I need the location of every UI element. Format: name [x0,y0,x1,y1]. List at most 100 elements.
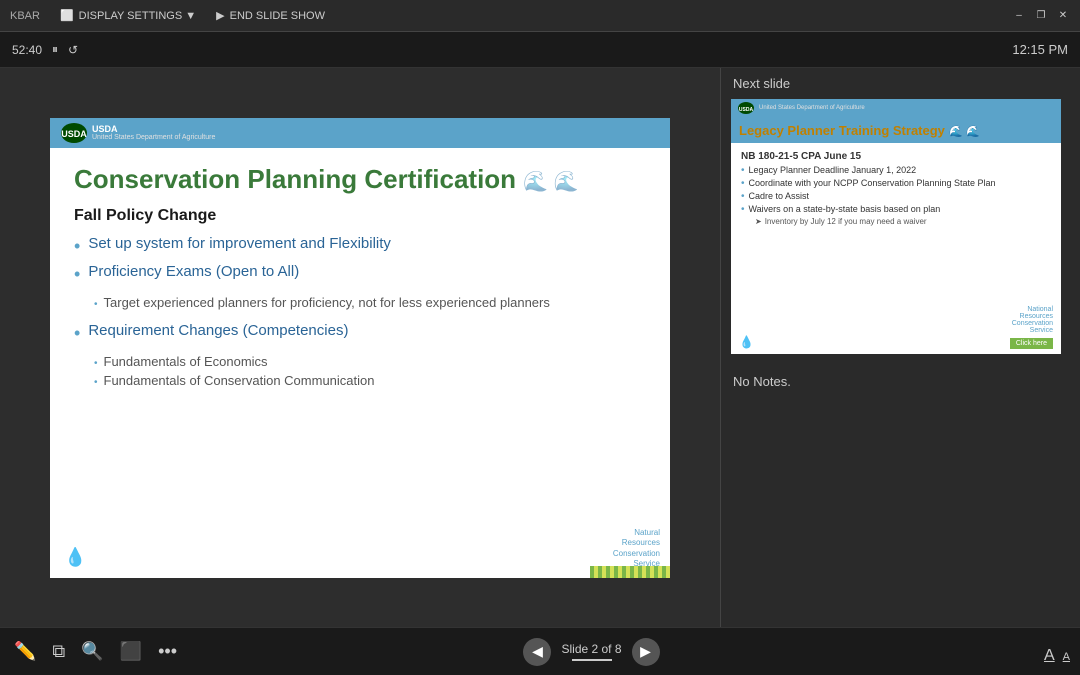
pause-icon[interactable]: ⏸ [52,42,58,57]
tbullet-2: • [741,178,745,189]
controls-bar: 52:40 ⏸ ↺ 12:15 PM [0,32,1080,68]
prev-slide-button[interactable]: ◀ [523,638,551,666]
thumb-bullet-1: • Legacy Planner Deadline January 1, 202… [741,165,1051,176]
bullet-text-1: Set up system for improvement and Flexib… [88,235,391,252]
slide-container: USDA USDA United States Department of Ag… [50,118,670,578]
bullet-text-3: Requirement Changes (Competencies) [88,322,348,339]
next-slide-button[interactable]: ▶ [632,638,660,666]
close-button[interactable]: ✕ [1056,9,1070,23]
timer-display: 52:40 [12,43,42,57]
notes-text: No Notes. [733,374,791,389]
slide-indicator: Slide 2 of 8 [561,642,621,661]
slide-navigation: ◀ Slide 2 of 8 ▶ [523,638,659,666]
usda-logo: USDA USDA United States Department of Ag… [60,122,215,144]
slide-title-text: Conservation Planning Certification [74,164,516,194]
thumb-usda-subtext: United States Department of Agriculture [759,105,865,111]
current-time: 12:15 PM [1012,42,1068,57]
main-area: USDA USDA United States Department of Ag… [0,68,1080,627]
slide-subtitle: Fall Policy Change [74,207,646,225]
usda-emblem-icon: USDA [60,122,88,144]
thumb-bullet-text-2: Coordinate with your NCPP Conservation P… [749,178,996,188]
minimize-button[interactable]: – [1012,9,1026,23]
slide-indicator-line [572,659,612,661]
thumb-sub-text: Inventory by July 12 if you may need a w… [765,217,927,226]
thumb-bullet-2: • Coordinate with your NCPP Conservation… [741,178,1051,189]
slide-header-bar: USDA USDA United States Department of Ag… [50,118,670,148]
notes-section: No Notes. [721,364,1080,399]
thumb-bullet-text-3: Cadre to Assist [749,191,810,201]
sub-dot-3-1: • [94,358,98,369]
bullet-dot-1: • [74,237,80,255]
thumb-water-drop-icon: 💧 [739,335,754,349]
search-tool-icon[interactable]: 🔍 [81,641,103,662]
sub-item-3-2: • Fundamentals of Conservation Communica… [94,373,374,388]
bottom-tools: ✏️ ⧉ 🔍 ⬛ ••• [14,641,177,662]
sub-item-3-1: • Fundamentals of Economics [94,354,374,369]
taskbar-label: KBAR [10,10,40,22]
sub-text-2-1: Target experienced planners for proficie… [104,295,550,310]
thumb-sub-arrow: ➤ [755,217,762,226]
display-icon: ⬜ [60,9,74,22]
thumb-title-bar: Legacy Planner Training Strategy 🌊 🌊 [731,119,1061,143]
display-settings-button[interactable]: ⬜ DISPLAY SETTINGS ▼ [60,9,196,22]
slide-title: Conservation Planning Certification 🌊 🌊 [74,164,646,195]
thumb-bullet-list: • Legacy Planner Deadline January 1, 202… [741,165,1051,215]
nrcs-text: NaturalResourcesConservationService [613,528,660,570]
slide-body: Conservation Planning Certification 🌊 🌊 … [50,148,670,548]
bullet-item-3: • Requirement Changes (Competencies) • F… [74,322,646,392]
thumb-body: NB 180-21-5 CPA June 15 • Legacy Planner… [731,143,1061,236]
sub-dot-3-2: • [94,377,98,388]
restore-button[interactable]: ❐ [1034,9,1048,23]
refresh-icon[interactable]: ↺ [68,43,78,57]
bullet-item-1: • Set up system for improvement and Flex… [74,235,646,255]
thumb-bullet-text-1: Legacy Planner Deadline January 1, 2022 [749,165,917,175]
slide-info-text: Slide 2 of 8 [561,642,621,656]
crop-tool-icon[interactable]: ⬛ [120,641,142,662]
right-panel: Next slide USDA United States Department… [720,68,1080,627]
slideshow-icon: ▶ [216,9,224,22]
water-drop-icon: 💧 [64,547,86,568]
end-slideshow-label: END SLIDE SHOW [230,10,325,22]
bullet-text-2: Proficiency Exams (Open to All) [88,263,299,280]
bullet-dot-2: • [74,265,80,283]
next-slide-thumbnail[interactable]: USDA United States Department of Agricul… [731,99,1061,354]
next-slide-label: Next slide [721,68,1080,99]
thumb-nb: NB 180-21-5 CPA June 15 [741,151,1051,162]
sub-dot-2-1: • [94,299,98,310]
sub-list-2: • Target experienced planners for profic… [74,295,550,314]
sub-list-3: • Fundamentals of Economics • Fundamenta… [74,354,374,392]
thumb-sub-bullet: ➤ Inventory by July 12 if you may need a… [741,217,1051,226]
tbullet-1: • [741,165,745,176]
tbullet-3: • [741,191,745,202]
bullet-item-2: • Proficiency Exams (Open to All) • Targ… [74,263,646,314]
thumb-bullet-3: • Cadre to Assist [741,191,1051,202]
bottom-bar: ✏️ ⧉ 🔍 ⬛ ••• ◀ Slide 2 of 8 ▶ [0,627,1080,675]
tbullet-4: • [741,204,745,215]
end-slideshow-button[interactable]: ▶ END SLIDE SHOW [216,9,325,22]
sub-text-3-1: Fundamentals of Economics [104,354,268,369]
svg-text:USDA: USDA [739,107,754,113]
usda-subtext: United States Department of Agriculture [92,134,215,141]
slide-stripe [590,566,670,578]
thumb-header-bar: USDA United States Department of Agricul… [731,99,1061,119]
main-bullet-list: • Set up system for improvement and Flex… [74,235,646,392]
slide-area: USDA USDA United States Department of Ag… [0,68,720,627]
display-settings-label: DISPLAY SETTINGS ▼ [79,10,196,22]
usda-text: USDA [92,124,215,134]
top-bar: KBAR ⬜ DISPLAY SETTINGS ▼ ▶ END SLIDE SH… [0,0,1080,32]
pen-tool-icon[interactable]: ✏️ [14,641,36,662]
sub-item-2-1: • Target experienced planners for profic… [94,295,550,310]
thumb-bullet-4: • Waivers on a state-by-state basis base… [741,204,1051,215]
svg-text:USDA: USDA [61,129,87,139]
wave-icons: 🌊 🌊 [523,171,578,193]
copy-tool-icon[interactable]: ⧉ [52,641,65,662]
bullet-dot-3: • [74,324,80,342]
more-tool-icon[interactable]: ••• [158,641,177,662]
thumb-bullet-text-4: Waivers on a state-by-state basis based … [749,204,941,214]
thumb-nrcs-text: NationalResourcesConservationService [1012,306,1053,334]
thumb-green-button[interactable]: Click here [1010,338,1053,349]
sub-text-3-2: Fundamentals of Conservation Communicati… [104,373,375,388]
thumb-usda-icon: USDA [737,101,755,115]
nrcs-logo-area: NaturalResourcesConservationService [613,528,660,570]
thumb-slide-title: Legacy Planner Training Strategy [739,123,945,138]
